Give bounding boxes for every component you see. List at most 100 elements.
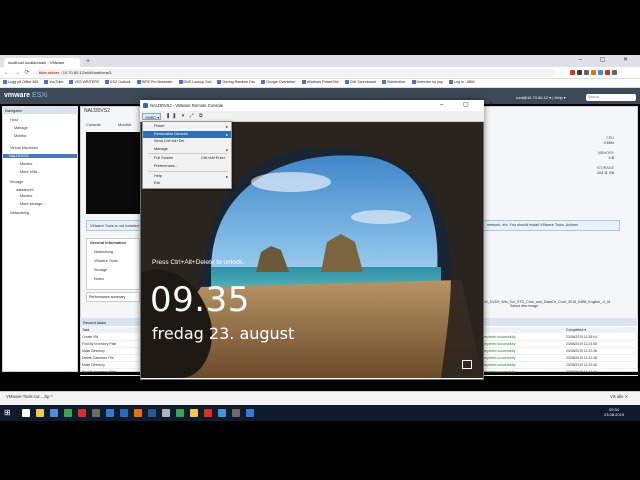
menu-item-manage[interactable]: Manage ▸	[143, 146, 231, 153]
taskbar-app-icon[interactable]	[148, 409, 156, 417]
taskbar-app-icon[interactable]	[134, 409, 142, 417]
extension-icons	[570, 70, 636, 77]
general-info-notes[interactable]: Notes	[94, 277, 104, 281]
general-info-vmware-tools[interactable]: VMware Tools	[94, 259, 118, 263]
nav-item-monitor[interactable]: Monitor	[14, 134, 27, 138]
back-icon[interactable]: ←	[3, 69, 11, 77]
bookmark-item[interactable]: CMI Scoreboard	[344, 80, 376, 85]
vmrc-app-icon	[143, 103, 148, 108]
lock-date: fredag 23. august	[152, 324, 295, 343]
general-information-panel	[86, 238, 140, 290]
menu-item-send-ctrl-alt-del[interactable]: Send Ctrl+Alt+Del	[143, 138, 231, 145]
bookmark-item[interactable]: Google Oversetter	[261, 80, 296, 85]
nav-item-storage[interactable]: Storage	[10, 180, 23, 184]
taskbar-app-icon[interactable]	[64, 409, 72, 417]
taskbar-app-icon[interactable]	[106, 409, 114, 417]
taskbar-app-icon[interactable]	[232, 409, 240, 417]
vm-title: NAIJ30VS2	[84, 108, 110, 114]
extension-icon[interactable]	[605, 70, 610, 75]
browser-window-controls[interactable]: – ▢ ✕	[579, 56, 636, 63]
nav-item-networking[interactable]: Networking	[10, 211, 29, 215]
vmrc-menu-button[interactable]: VMRC ▾	[142, 113, 161, 120]
general-info-networking[interactable]: Networking	[94, 250, 113, 254]
nav-item-monitor[interactable]: Monitor	[20, 194, 33, 198]
insecure-warning[interactable]: Ikke sikker	[39, 70, 59, 75]
bookmark-item[interactable]: Sidebrother	[381, 80, 406, 85]
bookmark-item[interactable]: YouTube	[44, 80, 63, 85]
vmrc-toolbar-icons[interactable]: ❚❚ ▾ ⤢ ⧉	[166, 113, 205, 119]
new-tab-button[interactable]: +	[82, 58, 94, 67]
extension-icon[interactable]	[577, 70, 582, 75]
general-info-storage[interactable]: Storage	[94, 268, 107, 272]
vmrc-window-controls[interactable]: – ▢ ✕	[440, 101, 502, 108]
bookmark-icon	[69, 80, 74, 85]
forward-icon[interactable]: →	[13, 69, 21, 77]
chevron-right-icon: ▸	[226, 174, 228, 179]
taskbar-app-icon[interactable]	[120, 409, 128, 417]
user-menu[interactable]: root@10.70.60.12 ▾ | Help ▾	[516, 95, 566, 100]
bookmark-icon	[411, 80, 416, 85]
extension-icon[interactable]	[598, 70, 603, 75]
menu-item-exit[interactable]: Exit	[143, 180, 231, 187]
taskbar-app-icon[interactable]	[218, 409, 226, 417]
bookmark-item[interactable]: Defender by yap	[411, 80, 443, 85]
performance-summary[interactable]: Performance summary	[86, 292, 140, 302]
menu-separator	[148, 153, 228, 155]
address-bar[interactable]: Ikke sikker | 10.70.60.12/ui/#/host/vms/…	[36, 69, 556, 77]
taskbar-app-icon[interactable]	[22, 409, 30, 417]
bookmark-item[interactable]: DNS Lookup Tool	[178, 80, 211, 85]
menu-item-removable-devices[interactable]: Removable Devices ▸	[143, 130, 231, 138]
nav-item-datastore1[interactable]: datastore1	[16, 188, 34, 192]
bookmark-item[interactable]: Driving Random Fac	[217, 80, 255, 85]
install-tools-notice[interactable]: network, etc. You should install VMware …	[484, 220, 620, 231]
bookmark-item[interactable]: Log in - ABM	[448, 80, 474, 85]
download-item[interactable]: VMware-Tools-cor....zip ^	[6, 394, 53, 399]
taskbar-app-icon[interactable]	[176, 409, 184, 417]
extension-icon[interactable]	[584, 70, 589, 75]
bookmark-icon	[301, 80, 306, 85]
bookmark-icon	[344, 80, 349, 85]
vm-console-thumbnail[interactable]	[86, 132, 144, 214]
tab-monitor[interactable]: Monitor	[118, 122, 131, 127]
bookmark-item[interactable]: ESZ Outlook	[105, 80, 131, 85]
nav-item-monitor[interactable]: Monitor	[20, 162, 33, 166]
show-all-downloads[interactable]: Vis alle ✕	[610, 394, 628, 399]
bookmark-icon	[178, 80, 183, 85]
general-info-general-information[interactable]: General Information	[90, 241, 126, 245]
taskbar-app-icon[interactable]	[50, 409, 58, 417]
vmrc-titlebar[interactable]: NAIJ30VS2 - VMware Remote Console	[140, 100, 484, 111]
bookmark-item[interactable]: RIPE Pro Netwatch	[136, 80, 173, 85]
extension-icon[interactable]	[591, 70, 596, 75]
bookmark-icon	[44, 80, 49, 85]
taskbar-app-icon[interactable]	[162, 409, 170, 417]
nav-item-virtual-machines[interactable]: Virtual Machines	[10, 146, 38, 150]
cd-dvd-image: SW_DVD9_Win_Svr_STD_Core_and_DataCtr_Cor…	[482, 300, 611, 308]
taskbar-app-icon[interactable]	[92, 409, 100, 417]
taskbar-clock[interactable]: 09:34 23.08.2019	[604, 407, 624, 417]
tab-console[interactable]: Console	[86, 122, 101, 127]
nav-item-manage[interactable]: Manage	[14, 126, 28, 130]
nav-item-host[interactable]: Host	[10, 118, 18, 122]
nav-item-more-vms[interactable]: More VMs...	[20, 170, 40, 174]
menu-item-full-screen[interactable]: Full Screen Ctrl+Alt+Enter	[143, 155, 231, 162]
bookmark-item[interactable]: VSS WRITERS	[69, 80, 99, 85]
start-button[interactable]: ⊞	[4, 408, 11, 417]
search-input[interactable]: Search	[586, 94, 636, 101]
taskbar-app-icon[interactable]	[246, 409, 254, 417]
taskbar-app-icon[interactable]	[190, 409, 198, 417]
network-icon[interactable]	[462, 360, 472, 369]
menu-item-power[interactable]: Power ▸	[143, 123, 231, 130]
taskbar-app-icon[interactable]	[78, 409, 86, 417]
menu-item-preferences[interactable]: Preferences...	[143, 163, 231, 170]
nav-item-more-storage[interactable]: More storage...	[20, 202, 46, 206]
bookmark-item[interactable]: Windows PowerShe	[301, 80, 339, 85]
menu-item-help[interactable]: Help ▸	[143, 173, 231, 180]
taskbar-app-icon[interactable]	[36, 409, 44, 417]
browser-tab-esxi[interactable]: localhost.localdomain - VMware	[4, 58, 80, 67]
extension-icon[interactable]	[570, 70, 575, 75]
bookmark-item[interactable]: Logg på Office 365	[3, 80, 38, 85]
reload-icon[interactable]: ⟳	[23, 69, 31, 77]
extension-icon[interactable]	[612, 70, 617, 75]
taskbar-app-icon[interactable]	[204, 409, 212, 417]
nav-item-naij30vs2[interactable]: NAIJ30VS2	[3, 154, 77, 158]
